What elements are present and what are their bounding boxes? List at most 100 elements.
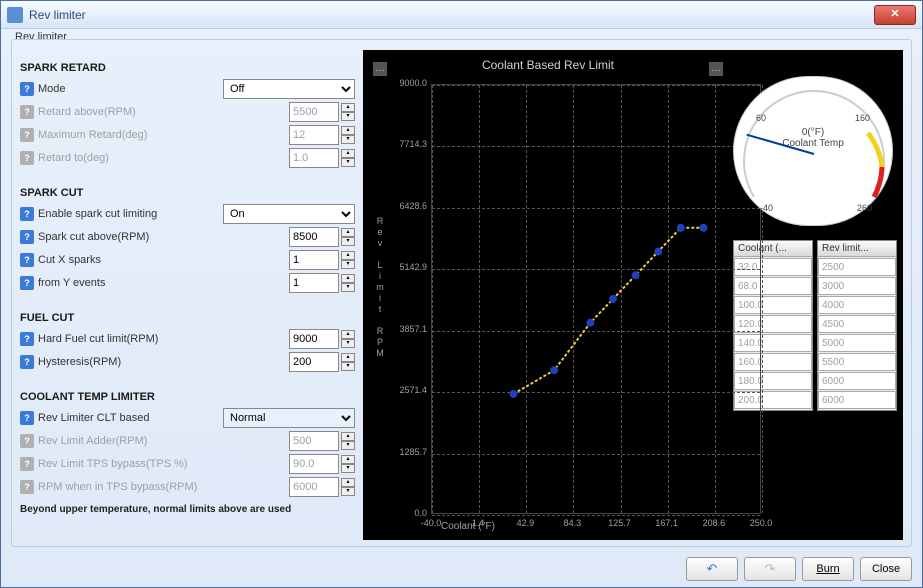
dialog-window: Rev limiter ✕ Rev limiter SPARK RETARD ?… xyxy=(0,0,923,588)
label-mode: Mode xyxy=(38,83,223,95)
select-clt-based[interactable]: Normal xyxy=(223,408,355,428)
help-icon: ? xyxy=(20,480,34,494)
help-icon[interactable]: ? xyxy=(20,355,34,369)
spin-down[interactable]: ▾ xyxy=(341,339,355,348)
redo-icon: ↷ xyxy=(765,561,776,577)
help-icon: ? xyxy=(20,434,34,448)
gauge-tick: 260 xyxy=(857,203,872,213)
label-clt-based: Rev Limiter CLT based xyxy=(38,412,223,424)
section-fuel-cut: FUEL CUT xyxy=(20,312,355,324)
row-retard-above: ? Retard above(RPM) ▴▾ xyxy=(20,101,355,123)
help-icon[interactable]: ? xyxy=(20,276,34,290)
chart-plot-wrap: … Coolant Based Rev Limit … Rev Limit RP… xyxy=(369,56,727,534)
row-from-y: ? from Y events ▴▾ xyxy=(20,272,355,294)
input-cut-x[interactable] xyxy=(289,250,339,270)
coolant-gauge: 0(°F)Coolant Temp -40 60 160 260 xyxy=(733,76,893,226)
table-cell[interactable] xyxy=(818,258,896,276)
row-retard-to: ? Retard to(deg) ▴▾ xyxy=(20,147,355,169)
help-icon[interactable]: ? xyxy=(20,253,34,267)
spin-up[interactable]: ▴ xyxy=(341,274,355,283)
row-hard-fuel-cut: ? Hard Fuel cut limit(RPM) ▴▾ xyxy=(20,328,355,350)
plot-canvas[interactable] xyxy=(431,84,761,514)
spin-up[interactable]: ▴ xyxy=(341,353,355,362)
chart-menu-right[interactable]: … xyxy=(709,62,723,76)
window-close-button[interactable]: ✕ xyxy=(874,5,916,25)
table-cell[interactable] xyxy=(818,391,896,409)
spin-up: ▴ xyxy=(341,478,355,487)
gauge-tick: -40 xyxy=(760,203,773,213)
undo-button[interactable]: ↶ xyxy=(686,557,738,581)
label-max-retard: Maximum Retard(deg) xyxy=(38,129,289,141)
table-cell[interactable] xyxy=(818,277,896,295)
spin-up[interactable]: ▴ xyxy=(341,330,355,339)
content-frame: SPARK RETARD ? Mode Off ? Retard above(R… xyxy=(11,39,912,547)
redo-button: ↷ xyxy=(744,557,796,581)
coolant-footnote: Beyond upper temperature, normal limits … xyxy=(20,504,355,515)
spin-down[interactable]: ▾ xyxy=(341,237,355,246)
help-icon[interactable]: ? xyxy=(20,411,34,425)
help-icon: ? xyxy=(20,105,34,119)
chart-menu-left[interactable]: … xyxy=(373,62,387,76)
label-hard-fuel-cut: Hard Fuel cut limit(RPM) xyxy=(38,333,289,345)
table-cell[interactable] xyxy=(818,315,896,333)
gauge-tick: 60 xyxy=(756,113,766,123)
help-icon[interactable]: ? xyxy=(20,332,34,346)
label-enable-spark-cut: Enable spark cut limiting xyxy=(38,208,223,220)
spin-down[interactable]: ▾ xyxy=(341,362,355,371)
table-cell[interactable] xyxy=(818,372,896,390)
burn-button[interactable]: Burn xyxy=(802,557,854,581)
row-mode: ? Mode Off xyxy=(20,78,355,100)
help-icon[interactable]: ? xyxy=(20,230,34,244)
help-icon: ? xyxy=(20,128,34,142)
spin-up: ▴ xyxy=(341,126,355,135)
input-hysteresis[interactable] xyxy=(289,352,339,372)
spin-up[interactable]: ▴ xyxy=(341,251,355,260)
input-retard-above xyxy=(289,102,339,122)
row-cut-x: ? Cut X sparks ▴▾ xyxy=(20,249,355,271)
spin-down: ▾ xyxy=(341,441,355,450)
select-enable-spark-cut[interactable]: On xyxy=(223,204,355,224)
row-adder: ? Rev Limit Adder(RPM) ▴▾ xyxy=(20,430,355,452)
help-icon: ? xyxy=(20,457,34,471)
input-adder xyxy=(289,431,339,451)
spin-up: ▴ xyxy=(341,432,355,441)
help-icon[interactable]: ? xyxy=(20,207,34,221)
input-from-y[interactable] xyxy=(289,273,339,293)
row-spark-cut-above: ? Spark cut above(RPM) ▴▾ xyxy=(20,226,355,248)
spin-up: ▴ xyxy=(341,149,355,158)
label-cut-x: Cut X sparks xyxy=(38,254,289,266)
spin-up[interactable]: ▴ xyxy=(341,228,355,237)
input-spark-cut-above[interactable] xyxy=(289,227,339,247)
table-cell[interactable] xyxy=(818,353,896,371)
label-hysteresis: Hysteresis(RPM) xyxy=(38,356,289,368)
y-ticks: 0.01285.72571.43857.15142.96428.67714.39… xyxy=(393,78,429,518)
section-spark-retard: SPARK RETARD xyxy=(20,62,355,74)
spin-up: ▴ xyxy=(341,455,355,464)
section-spark-cut: SPARK CUT xyxy=(20,187,355,199)
revlimit-table: Rev limit... xyxy=(817,240,897,411)
help-icon[interactable]: ? xyxy=(20,82,34,96)
row-enable-spark-cut: ? Enable spark cut limiting On xyxy=(20,203,355,225)
help-icon: ? xyxy=(20,151,34,165)
chart-area: … Coolant Based Rev Limit … Rev Limit RP… xyxy=(363,50,903,540)
spin-up: ▴ xyxy=(341,103,355,112)
row-max-retard: ? Maximum Retard(deg) ▴▾ xyxy=(20,124,355,146)
chart-panel: … Coolant Based Rev Limit … Rev Limit RP… xyxy=(363,50,903,542)
input-retard-to xyxy=(289,148,339,168)
input-hard-fuel-cut[interactable] xyxy=(289,329,339,349)
select-mode[interactable]: Off xyxy=(223,79,355,99)
y-axis-label: Rev Limit RPM xyxy=(373,216,387,359)
spin-down[interactable]: ▾ xyxy=(341,283,355,292)
table-cell[interactable] xyxy=(818,296,896,314)
close-button[interactable]: Close xyxy=(860,557,912,581)
spin-down: ▾ xyxy=(341,464,355,473)
label-from-y: from Y events xyxy=(38,277,289,289)
table-cell[interactable] xyxy=(818,334,896,352)
chart-title: Coolant Based Rev Limit xyxy=(369,56,727,78)
input-tps-bypass xyxy=(289,454,339,474)
spin-down[interactable]: ▾ xyxy=(341,260,355,269)
input-rpm-bypass xyxy=(289,477,339,497)
row-hysteresis: ? Hysteresis(RPM) ▴▾ xyxy=(20,351,355,373)
app-icon xyxy=(7,7,23,23)
row-rpm-bypass: ? RPM when in TPS bypass(RPM) ▴▾ xyxy=(20,476,355,498)
